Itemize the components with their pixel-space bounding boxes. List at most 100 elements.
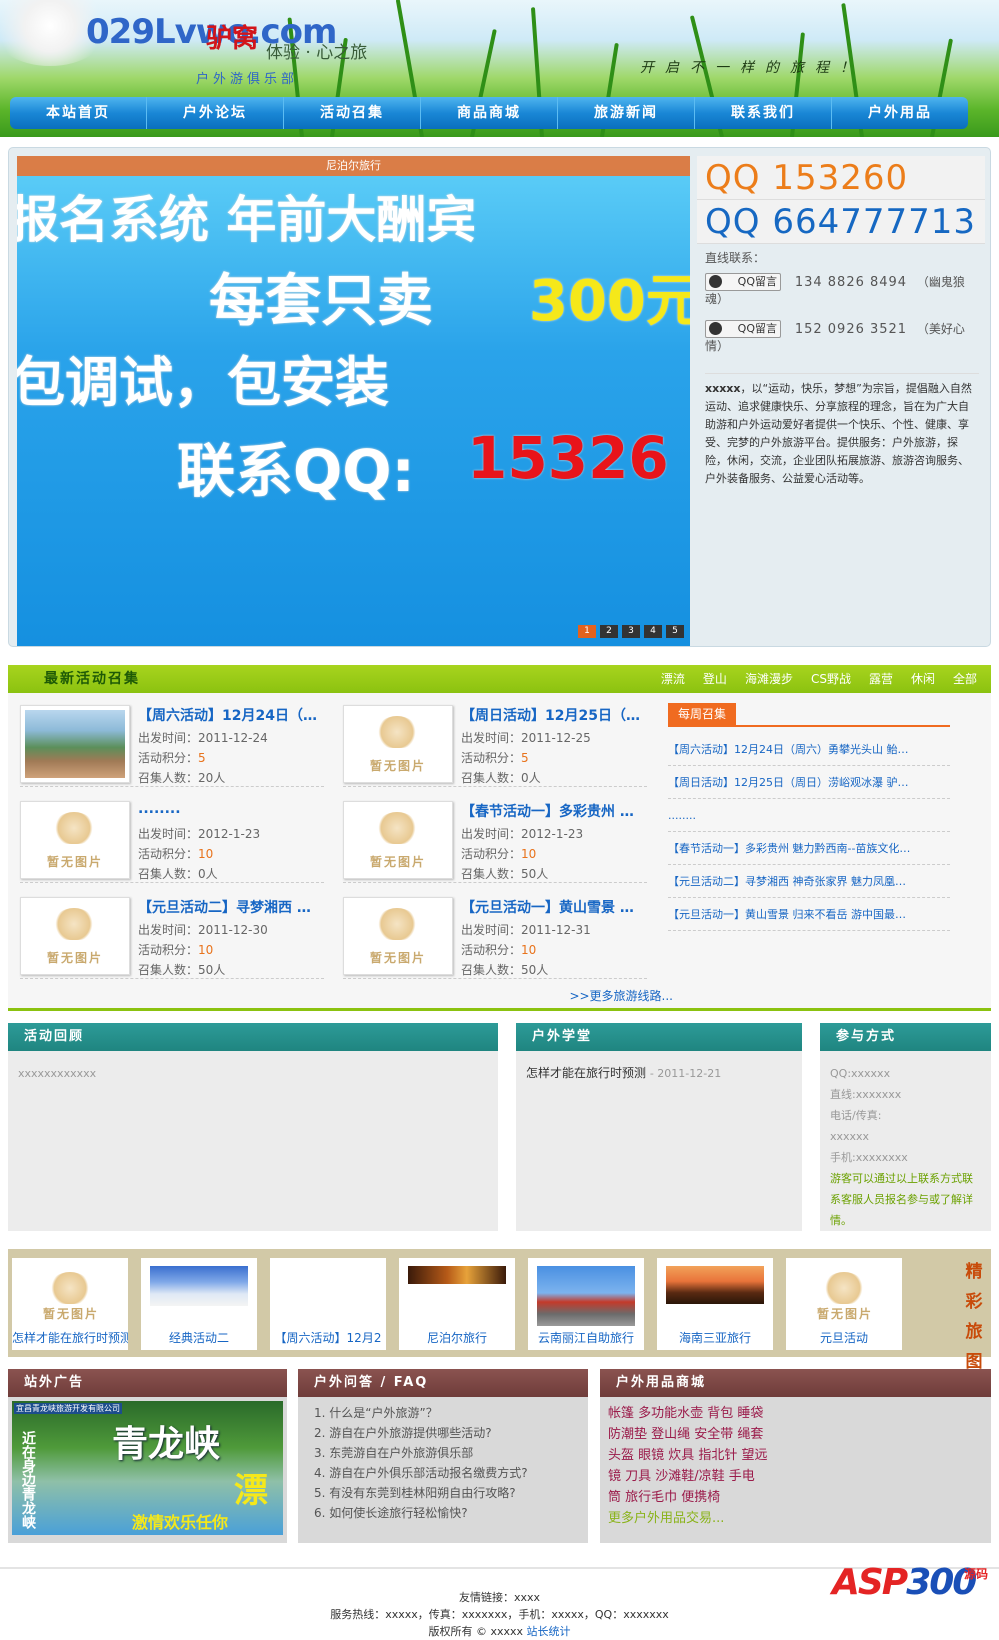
activity-title[interactable]: 【周日活动】12月25日（… bbox=[461, 705, 651, 725]
more-routes-link[interactable]: >>更多旅游线路... bbox=[569, 987, 673, 1004]
faq-item[interactable]: 2. 游自在户外旅游提供哪些活动? bbox=[314, 1423, 588, 1443]
slider-dot-4[interactable]: 4 bbox=[644, 625, 662, 638]
weekly-item[interactable]: 【周六活动】12月24日（周六）勇攀光头山 鲐… bbox=[668, 733, 950, 766]
activity-points: 活动积分：10 bbox=[461, 847, 537, 861]
gallery-item[interactable]: 怎样才能在旅行时预测 bbox=[12, 1258, 128, 1350]
faq-item[interactable]: 6. 如何使长途旅行轻松愉快? bbox=[314, 1503, 588, 1523]
activity-thumbnail[interactable] bbox=[343, 897, 453, 975]
nav-home[interactable]: 本站首页 bbox=[10, 97, 147, 129]
logo-slogan: 体验 · 心之旅 bbox=[266, 43, 368, 63]
slider-line-4: 联系QQ: bbox=[177, 437, 415, 505]
activity-title[interactable]: 【元旦活动二】寻梦湘西 … bbox=[138, 897, 328, 917]
weekly-tab[interactable]: 每周召集 bbox=[668, 703, 737, 725]
slider-dot-3[interactable]: 3 bbox=[622, 625, 640, 638]
activities-title: 最新活动召集 bbox=[44, 671, 140, 687]
banner-slider[interactable]: 尼泊尔旅行 报名系统 年前大酬宾 每套只卖 300元 包调试，包安装 联系QQ:… bbox=[17, 156, 690, 646]
category-climbing[interactable]: 登山 bbox=[703, 665, 727, 693]
qq-message-button-2[interactable]: QQ留言 bbox=[705, 320, 781, 338]
category-cs[interactable]: CS野战 bbox=[811, 665, 851, 693]
activity-people: 召集人数：20人 bbox=[138, 771, 226, 785]
review-content: xxxxxxxxxxxx bbox=[18, 1067, 97, 1080]
stats-link[interactable]: 站长统计 bbox=[527, 1625, 571, 1638]
no-image-placeholder bbox=[795, 1266, 893, 1326]
school-article-date: - 2011-12-21 bbox=[649, 1067, 722, 1080]
shop-line[interactable]: 头盔 眼镜 炊具 指北针 望远 bbox=[608, 1445, 808, 1466]
activity-depart: 出发时间：2012-1-23 bbox=[138, 827, 261, 841]
nav-news[interactable]: 旅游新闻 bbox=[558, 97, 695, 129]
review-title: 活动回顾 bbox=[8, 1023, 498, 1051]
gallery-item[interactable]: 经典活动二 bbox=[141, 1258, 257, 1350]
no-image-placeholder bbox=[25, 806, 125, 874]
activity-thumbnail[interactable] bbox=[20, 801, 130, 879]
category-rafting[interactable]: 漂流 bbox=[661, 665, 685, 693]
contact-panel: QQ 153260 QQ 664777713 直线联系： QQ留言 134 88… bbox=[697, 156, 985, 646]
nav-gear[interactable]: 户外用品 bbox=[832, 97, 968, 129]
slider-dot-2[interactable]: 2 bbox=[600, 625, 618, 638]
school-article-link[interactable]: 怎样才能在旅行时预测 bbox=[526, 1066, 646, 1080]
category-all[interactable]: 全部 bbox=[953, 665, 977, 693]
weekly-item[interactable]: 【春节活动一】多彩贵州 魅力黔西南--苗族文化… bbox=[668, 832, 950, 865]
gallery-item[interactable]: 【周六活动】12月2 bbox=[270, 1258, 386, 1350]
join-mobile: 手机:xxxxxxxx bbox=[830, 1151, 908, 1164]
phone-2: 152 0926 3521 bbox=[794, 321, 908, 337]
shop-more-link[interactable]: 更多户外用品交易... bbox=[608, 1508, 808, 1529]
ad-rafting-text: 漂 bbox=[234, 1471, 268, 1511]
faq-item[interactable]: 5. 有没有东莞到桂林阳朔自由行攻略? bbox=[314, 1483, 588, 1503]
ad-sub-text: 近在身边青龙峡 bbox=[20, 1431, 36, 1529]
weekly-item[interactable]: 【周日活动】12月25日（周日）涝峪观冰瀑 驴… bbox=[668, 766, 950, 799]
activity-points: 活动积分：5 bbox=[138, 751, 206, 765]
nav-shop[interactable]: 商品商城 bbox=[421, 97, 558, 129]
gallery-item[interactable]: 元旦活动 bbox=[786, 1258, 902, 1350]
gallery-item[interactable]: 云南丽江自助旅行 bbox=[528, 1258, 644, 1350]
nav-forum[interactable]: 户外论坛 bbox=[147, 97, 284, 129]
nav-activities[interactable]: 活动召集 bbox=[284, 97, 421, 129]
activity-thumbnail[interactable] bbox=[343, 705, 453, 783]
qq-number-2: QQ 664777713 bbox=[697, 200, 985, 244]
site-logo[interactable]: 029Lvwo.com 驴窝 体验 · 心之旅 户外游俱乐部 bbox=[86, 12, 367, 87]
info-columns: 活动回顾 xxxxxxxxxxxx 户外学堂 怎样才能在旅行时预测 - 2011… bbox=[8, 1023, 991, 1231]
weekly-item[interactable]: 【元旦活动二】寻梦湘西 神奇张家界 魅力凤凰… bbox=[668, 865, 950, 898]
activity-thumbnail[interactable] bbox=[20, 897, 130, 975]
ad-banner[interactable]: 宜昌青龙峡旅游开发有限公司 青龙峡 漂 近在身边青龙峡 激情欢乐任你 bbox=[12, 1401, 283, 1535]
activity-title[interactable]: ........ bbox=[138, 801, 328, 817]
shop-column: 户外用品商城 帐篷 多功能水壶 背包 睡袋 防潮垫 登山绳 安全带 绳套 头盔 … bbox=[600, 1369, 991, 1543]
activity-title[interactable]: 【元旦活动一】黄山雪景 … bbox=[461, 897, 651, 917]
activity-thumbnail[interactable] bbox=[20, 705, 130, 783]
faq-title: 户外问答 / FAQ bbox=[298, 1369, 588, 1397]
category-camping[interactable]: 露营 bbox=[869, 665, 893, 693]
footer-service: 服务热线：xxxxx，传真：xxxxxxx，手机：xxxxx，QQ：xxxxxx… bbox=[330, 1608, 669, 1621]
weekly-panel: 每周召集 【周六活动】12月24日（周六）勇攀光头山 鲐… 【周日活动】12月2… bbox=[668, 703, 950, 931]
activity-people: 召集人数：0人 bbox=[461, 771, 541, 785]
category-beach[interactable]: 海滩漫步 bbox=[745, 665, 793, 693]
activity-title[interactable]: 【周六活动】12月24日（… bbox=[138, 705, 328, 725]
slider-line-3: 包调试，包安装 bbox=[17, 351, 389, 414]
activity-thumbnail[interactable] bbox=[343, 801, 453, 879]
activities-list: 【周六活动】12月24日（… 出发时间：2011-12-24 活动积分：5 召集… bbox=[8, 693, 991, 1011]
logo-chinese: 驴窝 bbox=[206, 24, 259, 54]
faq-item[interactable]: 3. 东莞游自在户外旅游俱乐部 bbox=[314, 1443, 588, 1463]
weekly-item[interactable]: ........ bbox=[668, 799, 950, 832]
nav-contact[interactable]: 联系我们 bbox=[695, 97, 832, 129]
weekly-item[interactable]: 【元旦活动一】黄山雪景 归来不看岳 游中国最… bbox=[668, 898, 950, 931]
category-leisure[interactable]: 休闲 bbox=[911, 665, 935, 693]
slider-dot-5[interactable]: 5 bbox=[666, 625, 684, 638]
slider-dot-1[interactable]: 1 bbox=[578, 625, 596, 638]
shop-line[interactable]: 镜 刀具 沙滩鞋/凉鞋 手电 bbox=[608, 1466, 808, 1487]
gallery-caption: 怎样才能在旅行时预测 bbox=[12, 1331, 128, 1345]
shop-line[interactable]: 防潮垫 登山绳 安全带 绳套 bbox=[608, 1424, 808, 1445]
shop-line[interactable]: 筒 旅行毛巾 便携椅 bbox=[608, 1487, 808, 1508]
faq-item[interactable]: 1. 什么是“户外旅游”？ bbox=[314, 1403, 588, 1423]
gallery-item[interactable]: 海南三亚旅行 bbox=[657, 1258, 773, 1350]
activity-depart: 出发时间：2011-12-25 bbox=[461, 731, 591, 745]
activity-title[interactable]: 【春节活动一】多彩贵州 … bbox=[461, 801, 651, 821]
faq-item[interactable]: 4. 游自在户外俱乐部活动报名缴费方式? bbox=[314, 1463, 588, 1483]
shop-title: 户外用品商城 bbox=[600, 1369, 991, 1397]
qq-message-button-1[interactable]: QQ留言 bbox=[705, 273, 781, 291]
activity-points: 活动积分：5 bbox=[461, 751, 529, 765]
shop-line[interactable]: 帐篷 多功能水壶 背包 睡袋 bbox=[608, 1403, 808, 1424]
activity-people: 召集人数：0人 bbox=[138, 867, 218, 881]
direct-contact-label: 直线联系： bbox=[705, 251, 766, 265]
gallery-item[interactable]: 尼泊尔旅行 bbox=[399, 1258, 515, 1350]
activity-category-links: 漂流 登山 海滩漫步 CS野战 露营 休闲 全部 bbox=[661, 665, 977, 693]
slider-line-2: 每套只卖 bbox=[209, 269, 433, 334]
